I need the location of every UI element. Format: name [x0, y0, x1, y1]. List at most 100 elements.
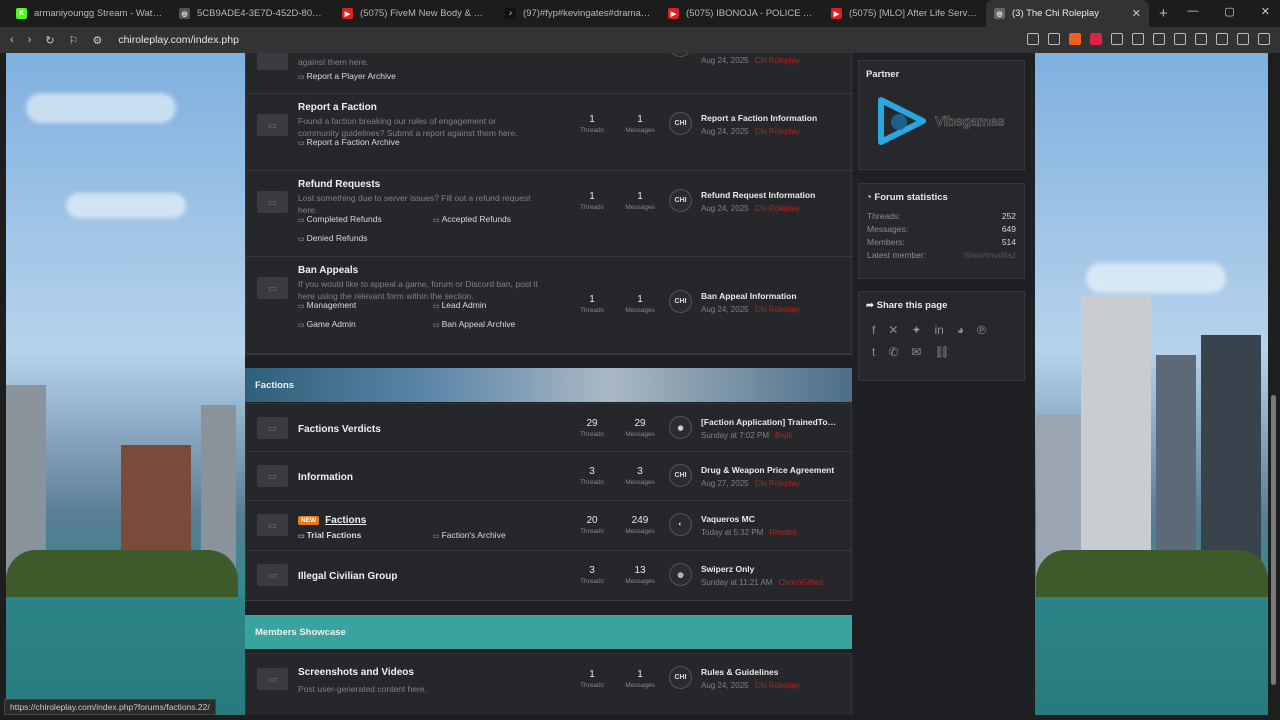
extension-icon[interactable] [1027, 33, 1039, 45]
bookmark-icon[interactable]: ⚐ [69, 34, 79, 47]
forum-node-icon: ▭ [257, 514, 288, 536]
forum-node-partial: against them here. Report a Player Archi… [246, 53, 853, 94]
subforum-link[interactable]: Management [298, 300, 357, 310]
last-post-meta: Aug 24, 2025 Chi Roleplay [701, 305, 800, 314]
subforum-link[interactable]: Trial Factions [298, 530, 362, 540]
last-poster-avatar[interactable]: ◉ [669, 416, 692, 439]
last-poster-avatar[interactable]: CHI [669, 666, 692, 689]
forum-node: ▭ Information 3 Threads 3 Messages CHI Dru… [246, 452, 853, 501]
linkedin-icon[interactable]: in [934, 323, 943, 337]
tab-title: armaniyoungg Stream - Watch L [34, 8, 163, 19]
extension-icon[interactable] [1048, 33, 1060, 45]
page-viewport: against them here. Report a Player Archi… [6, 53, 1268, 715]
last-poster-avatar[interactable]: CHI [669, 112, 692, 135]
reddit-icon[interactable]: ◕ [957, 323, 964, 337]
scrollbar-thumb[interactable] [1271, 395, 1276, 685]
last-post-title[interactable]: Refund Request Information [701, 190, 841, 200]
last-post-title[interactable]: Ban Appeal Information [701, 291, 841, 301]
forward-icon[interactable]: › [28, 34, 32, 46]
bluesky-icon[interactable]: ✦ [911, 323, 921, 337]
forum-node-title[interactable]: Illegal Civilian Group [298, 571, 397, 582]
subforum-link[interactable]: Report a Player Archive [298, 71, 396, 81]
browser-tab[interactable]: ◎ (3) The Chi Roleplay ✕ [986, 0, 1149, 27]
last-post-title[interactable]: Vaqueros MC [701, 514, 841, 524]
subforum-link[interactable]: Denied Refunds [298, 233, 368, 243]
close-tab-icon[interactable]: ✕ [1132, 7, 1141, 20]
email-icon[interactable]: ✉ [911, 345, 921, 359]
brave-shield-icon[interactable] [1069, 33, 1081, 45]
url-text[interactable]: chiroleplay.com/index.php [118, 34, 239, 46]
threads-stat: 1 Threads [580, 669, 604, 689]
puzzle-icon[interactable] [1111, 33, 1123, 45]
browser-tab[interactable]: K armaniyoungg Stream - Watch L [8, 0, 171, 27]
x-icon[interactable]: ✕ [888, 323, 898, 337]
menu-icon[interactable] [1258, 33, 1270, 45]
maximize-icon[interactable]: ▢ [1224, 5, 1234, 18]
vpn-icon[interactable] [1237, 33, 1249, 45]
forum-node-title[interactable]: Information [298, 472, 353, 483]
facebook-icon[interactable]: f [872, 323, 875, 337]
last-poster-avatar[interactable]: CHI [669, 290, 692, 313]
subforum-link[interactable]: Ban Appeal Archive [433, 319, 516, 329]
minimize-icon[interactable]: — [1187, 5, 1198, 18]
forum-node-title[interactable]: Ban Appeals [298, 265, 358, 276]
pinterest-icon[interactable]: ℗ [977, 323, 986, 337]
browser-tab[interactable]: ▶ (5075) [MLO] After Life Services - Fi [823, 0, 986, 27]
browser-tab[interactable]: ◎ 5CB9ADE4-3E7D-452D-80EE-7A93E [171, 0, 334, 27]
share-icons-row: t ✆ ✉ ⛓ [859, 341, 1024, 363]
site-info-icon[interactable]: ⚙ [92, 34, 102, 47]
subforum-link[interactable]: Game Admin [298, 319, 356, 329]
browser-tab[interactable]: ▶ (5075) IBONOJA - POLICE ACADEMY [660, 0, 823, 27]
last-post-title[interactable]: Drug & Weapon Price Agreement [701, 465, 841, 475]
category-header-factions[interactable]: Factions [245, 368, 852, 402]
forum-node-title[interactable]: Factions [325, 515, 366, 526]
tab-title: (5075) [MLO] After Life Services - Fi [849, 8, 978, 19]
whatsapp-icon[interactable]: ✆ [888, 345, 898, 359]
last-poster-avatar[interactable]: CHI [669, 53, 692, 57]
subforum-link[interactable]: Completed Refunds [298, 214, 382, 224]
scrollbar[interactable] [1270, 55, 1278, 715]
subforum-link[interactable]: Lead Admin [433, 300, 487, 310]
forum-category-block: ▭ Factions Verdicts 29 Threads 29 Messages… [245, 403, 853, 601]
subforum-link[interactable]: Report a Faction Archive [298, 137, 400, 147]
last-post-title[interactable]: Rules & Guidelines [701, 667, 841, 677]
forum-node-title[interactable]: Report a Faction [298, 102, 377, 113]
rewards-icon[interactable] [1090, 33, 1102, 45]
link-icon[interactable]: ⛓ [934, 345, 949, 359]
subforum-link[interactable]: Accepted Refunds [433, 214, 511, 224]
forum-node-icon: ▭ [257, 191, 288, 213]
last-post-title[interactable]: Swiperz Only [701, 564, 841, 574]
last-poster-avatar[interactable]: CHI [669, 464, 692, 487]
last-post-title[interactable]: Report a Faction Information [701, 113, 841, 123]
tab-favicon-icon: ♪ [505, 8, 516, 19]
last-post-meta: Sunday at 11:21 AM ChocoGifted [701, 578, 823, 587]
subforum-link[interactable]: Faction's Archive [433, 530, 506, 540]
forum-node-title[interactable]: Refund Requests [298, 179, 380, 190]
partner-logo[interactable]: Vibegames [859, 92, 1024, 150]
tab-favicon-icon: ▶ [831, 8, 842, 19]
new-tab-icon[interactable]: + [1159, 5, 1168, 22]
tumblr-icon[interactable]: t [872, 345, 875, 359]
messages-stat: 1 Messages [625, 191, 655, 211]
browser-tab[interactable]: ♪ (97)#fyp#kevingates#drama | Kevin [497, 0, 660, 27]
back-icon[interactable]: ‹ [10, 34, 14, 46]
close-window-icon[interactable]: ✕ [1261, 5, 1270, 18]
extension-icon[interactable] [1132, 33, 1144, 45]
category-header-members-showcase[interactable]: Members Showcase [245, 615, 852, 649]
last-poster-avatar[interactable]: ◐ [669, 513, 692, 536]
node-description: If you would like to appeal a game, foru… [298, 279, 539, 301]
forum-node-title[interactable]: Screenshots and Videos [298, 667, 414, 678]
reload-icon[interactable]: ↻ [45, 34, 54, 47]
node-description: Lost something due to server issues? Fil… [298, 193, 531, 215]
last-post-title[interactable]: [Faction Application] TrainedToDrill... [701, 417, 841, 427]
tab-title: (3) The Chi Roleplay [1012, 8, 1099, 19]
last-poster-avatar[interactable]: ◍ [669, 563, 692, 586]
music-icon[interactable] [1153, 33, 1165, 45]
forum-node-title[interactable]: Factions Verdicts [298, 424, 381, 435]
leo-icon[interactable] [1216, 33, 1228, 45]
sidebar-icon[interactable] [1174, 33, 1186, 45]
last-poster-avatar[interactable]: CHI [669, 189, 692, 212]
wallet-icon[interactable] [1195, 33, 1207, 45]
share-icon: ➦ [866, 300, 877, 311]
browser-tab[interactable]: ▶ (5075) FiveM New Body & Mask Co [334, 0, 497, 27]
